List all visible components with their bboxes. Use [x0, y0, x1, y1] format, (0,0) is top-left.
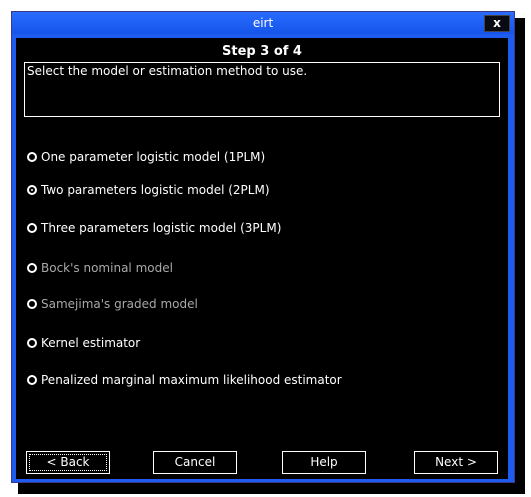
next-button[interactable]: Next >	[414, 451, 498, 474]
option-bock-nominal: Bock's nominal model	[27, 259, 173, 277]
option-samejima-graded-label: Samejima's graded model	[41, 297, 198, 311]
radio-1plm[interactable]	[27, 152, 37, 162]
option-3plm[interactable]: Three parameters logistic model (3PLM)	[27, 219, 281, 237]
help-button[interactable]: Help	[282, 451, 366, 474]
option-kernel-estimator[interactable]: Kernel estimator	[27, 334, 140, 352]
description-box: Select the model or estimation method to…	[24, 62, 500, 117]
option-bock-nominal-label: Bock's nominal model	[41, 261, 173, 275]
back-button[interactable]: < Back	[26, 451, 110, 474]
close-button[interactable]: x	[484, 15, 510, 32]
option-1plm[interactable]: One parameter logistic model (1PLM)	[27, 148, 265, 166]
option-1plm-label: One parameter logistic model (1PLM)	[41, 150, 266, 164]
radio-pmml-estimator[interactable]	[27, 375, 37, 385]
option-3plm-label: Three parameters logistic model (3PLM)	[41, 221, 282, 235]
title-bar[interactable]: eirt x	[12, 12, 514, 34]
radio-2plm[interactable]	[27, 185, 37, 195]
step-indicator: Step 3 of 4	[222, 44, 302, 59]
wizard-content: Step 3 of 4 Select the model or estimati…	[16, 38, 508, 479]
radio-selected-dot	[31, 189, 33, 191]
window-title: eirt	[252, 16, 274, 30]
option-samejima-graded: Samejima's graded model	[27, 295, 198, 313]
radio-3plm[interactable]	[27, 223, 37, 233]
description-text: Select the model or estimation method to…	[27, 64, 308, 78]
option-pmml-estimator[interactable]: Penalized marginal maximum likelihood es…	[27, 371, 342, 389]
cancel-button[interactable]: Cancel	[153, 451, 237, 474]
option-kernel-estimator-label: Kernel estimator	[41, 336, 141, 350]
radio-bock-nominal	[27, 263, 37, 273]
radio-samejima-graded	[27, 299, 37, 309]
radio-kernel-estimator[interactable]	[27, 338, 37, 348]
option-2plm[interactable]: Two parameters logistic model (2PLM)	[27, 181, 270, 199]
option-pmml-estimator-label: Penalized marginal maximum likelihood es…	[41, 373, 342, 387]
option-2plm-label: Two parameters logistic model (2PLM)	[41, 183, 270, 197]
